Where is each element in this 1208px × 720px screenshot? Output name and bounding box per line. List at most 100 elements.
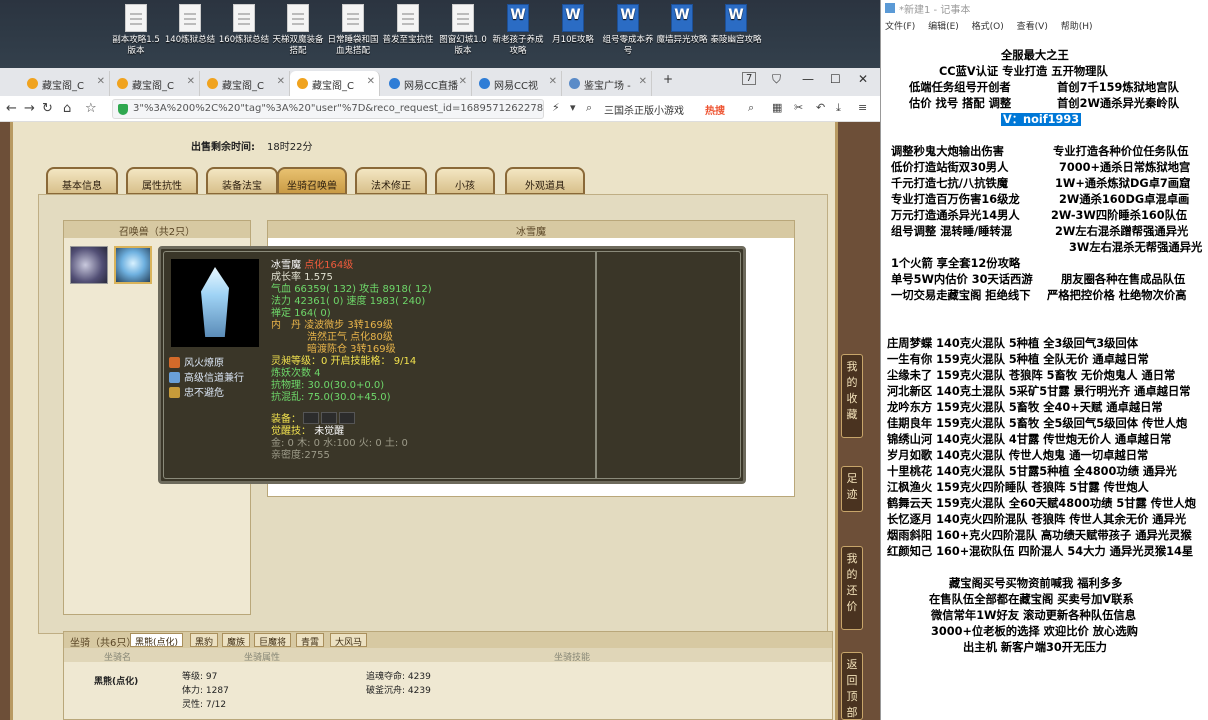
home-icon[interactable]: ⌂	[63, 101, 71, 116]
mount-tab[interactable]: 巨魔将	[254, 633, 292, 648]
desktop-word-icon[interactable]: 秦陵幽宫攻略	[708, 4, 764, 46]
text-line: 1个火箭 享全套12份攻略	[891, 257, 1021, 270]
text-line: 2W通杀160DG卓混卓画	[1059, 193, 1190, 206]
mount-tab[interactable]: 魔族	[222, 633, 251, 648]
notepad-title: *新建1 - 记事本	[899, 5, 971, 16]
shirt-icon[interactable]: ⛉	[772, 72, 781, 87]
new-tab-button[interactable]: +	[663, 72, 673, 86]
dropdown-icon[interactable]: ▾	[570, 101, 576, 114]
notepad-text-area[interactable]: 全服最大之王 CC蓝V认证 专业打造 五开物理队 低端任务组号开创者 首创7千1…	[881, 38, 1208, 720]
col-mount-skill: 坐骑技能	[554, 653, 591, 663]
desktop-file-icon[interactable]: 天梯双魔装备搭配	[270, 4, 326, 57]
bookmark-star-icon[interactable]: ☆	[85, 101, 97, 116]
back-to-top-button[interactable]: 返回顶部	[841, 652, 863, 720]
browser-tab[interactable]: 藏宝阁_C ✕	[20, 71, 110, 96]
lightning-icon[interactable]: ⚡	[552, 101, 560, 114]
my-favorites-button[interactable]: 我的收藏	[841, 354, 863, 438]
browser-tab[interactable]: 藏宝阁_C ✕	[110, 71, 200, 96]
desktop-file-icon[interactable]: 图窗幻城1.0版本	[435, 4, 491, 57]
equip-slot-icon[interactable]	[339, 412, 355, 424]
text-line: 微信常年1W好友 滚动更新各种队伍信息	[931, 609, 1137, 622]
browser-tab[interactable]: 网易CC直播 ✕	[382, 71, 472, 96]
forward-icon[interactable]: →	[24, 101, 35, 116]
desktop-word-icon[interactable]: 魔墙异光攻略	[654, 4, 710, 46]
summon-portrait	[171, 259, 259, 347]
tab-mount-summon[interactable]: 坐骑召唤兽	[277, 167, 347, 195]
summon-skill: 风火燎原	[169, 354, 224, 369]
desktop-word-icon[interactable]: 组号零成本养号	[600, 4, 656, 57]
back-icon[interactable]: ←	[6, 101, 17, 116]
intimacy: 亲密度:2755	[271, 450, 330, 461]
desktop-word-icon[interactable]: 月10E攻略	[545, 4, 601, 46]
desktop-file-icon[interactable]: 副本攻略1.5版本	[108, 4, 164, 57]
tab-equipment[interactable]: 装备法宝	[206, 167, 278, 195]
summon-thumb-selected[interactable]	[114, 246, 152, 284]
tab-appearance[interactable]: 外观道具	[505, 167, 585, 195]
summon-mp: 42361( 0)	[294, 296, 344, 307]
close-tab-icon[interactable]: ✕	[97, 76, 105, 87]
hot-search-link[interactable]: 热搜	[705, 102, 725, 117]
close-tab-icon[interactable]: ✕	[639, 76, 647, 87]
browser-tab[interactable]: 藏宝阁_C ✕	[200, 71, 290, 96]
text-line: 3W左右混杀无帮强通异光	[1069, 241, 1203, 254]
tab-attributes[interactable]: 属性抗性	[126, 167, 198, 195]
close-tab-icon[interactable]: ✕	[187, 76, 195, 87]
close-tab-icon[interactable]: ✕	[459, 76, 467, 87]
browser-tab-active[interactable]: 藏宝阁_C ✕	[290, 71, 380, 96]
summon-atk: 8918( 12)	[382, 284, 432, 295]
menu-file[interactable]: 文件(F)	[885, 22, 915, 32]
undo-icon[interactable]: ↶	[816, 101, 825, 114]
address-bar[interactable]: 3"%3A%200%2C%20"tag"%3A%20"user"%7D&reco…	[112, 99, 544, 119]
team-line: 烟雨斜阳 160+克火四阶混队 高功绩天赋带孩子 通异光灵猴	[887, 529, 1192, 542]
desktop-word-icon[interactable]: 新老孩子养成攻略	[490, 4, 546, 57]
resist-chaos: 抗混乱: 75.0(30.0+45.0)	[271, 392, 391, 403]
tab-basic-info[interactable]: 基本信息	[46, 167, 118, 195]
equip-slot-icon[interactable]	[321, 412, 337, 424]
mount-tab[interactable]: 大风马	[330, 633, 368, 648]
menu-view[interactable]: 查看(V)	[1017, 22, 1048, 32]
grid-icon[interactable]: ▦	[772, 101, 782, 114]
menu-format[interactable]: 格式(O)	[972, 22, 1004, 32]
maximize-icon[interactable]: ☐	[830, 72, 841, 86]
menu-icon[interactable]: ≡	[858, 101, 867, 114]
desktop-file-icon[interactable]: 140炼狱总结	[162, 4, 218, 46]
reload-icon[interactable]: ↻	[42, 101, 53, 116]
desktop-file-icon[interactable]: 160炼狱总结	[216, 4, 272, 46]
equip-slot-icon[interactable]	[303, 412, 319, 424]
footprint-button[interactable]: 足迹	[841, 466, 863, 512]
text-line: 3000+位老板的选择 欢迎比价 放心选购	[931, 625, 1138, 638]
summon-skill: 高级信道兼行	[169, 369, 244, 384]
mount-tab[interactable]: 黑熊(点化)	[130, 633, 184, 648]
desktop-file-icon[interactable]: 普发至宝抗性	[380, 4, 436, 46]
minimize-icon[interactable]: —	[802, 72, 814, 86]
tab-count-badge[interactable]: 7	[742, 72, 757, 85]
mount-tab[interactable]: 黑豹	[190, 633, 219, 648]
search-submit-icon[interactable]: ⌕	[748, 101, 754, 115]
tab-child[interactable]: 小孩	[435, 167, 495, 195]
close-tab-icon[interactable]: ✕	[367, 76, 375, 87]
menu-edit[interactable]: 编辑(E)	[928, 22, 959, 32]
summon-list-header: 召唤兽（共2只）	[64, 221, 250, 238]
notepad-icon	[885, 3, 895, 13]
close-tab-icon[interactable]: ✕	[277, 76, 285, 87]
summon-hp: 66359( 132)	[294, 284, 357, 295]
text-line: 2W左右混杀蹭帮强通异光	[1055, 225, 1189, 238]
download-icon[interactable]: ⤓	[836, 101, 841, 115]
mount-tab[interactable]: 青霄	[296, 633, 325, 648]
cut-icon[interactable]: ✂	[794, 101, 803, 114]
close-tab-icon[interactable]: ✕	[549, 76, 557, 87]
text-line: 2W-3W四阶睡杀160队伍	[1051, 209, 1188, 222]
tab-spell-mod[interactable]: 法术修正	[355, 167, 427, 195]
browser-tab[interactable]: 网易CC视 ✕	[472, 71, 562, 96]
awaken-value: 未觉醒	[314, 426, 345, 437]
text-line: 组号调整 混转睡/睡转混	[891, 225, 1013, 238]
desktop-file-icon[interactable]: 日常睡袋和国血鬼搭配	[325, 4, 381, 57]
menu-help[interactable]: 帮助(H)	[1061, 22, 1093, 32]
tab-bar: 藏宝阁_C ✕ 藏宝阁_C ✕ 藏宝阁_C ✕ 藏宝阁_C ✕ 网易CC直播 ✕ 网易CC…	[0, 68, 880, 96]
text-line: 出主机 新客户端30开无压力	[963, 641, 1107, 654]
summon-thumb[interactable]	[70, 246, 108, 284]
my-offers-button[interactable]: 我的还价	[841, 546, 863, 630]
fire-skill-icon	[169, 357, 180, 368]
close-window-icon[interactable]: ✕	[858, 72, 868, 86]
browser-tab[interactable]: 鉴宝广场 - ✕	[562, 71, 652, 96]
